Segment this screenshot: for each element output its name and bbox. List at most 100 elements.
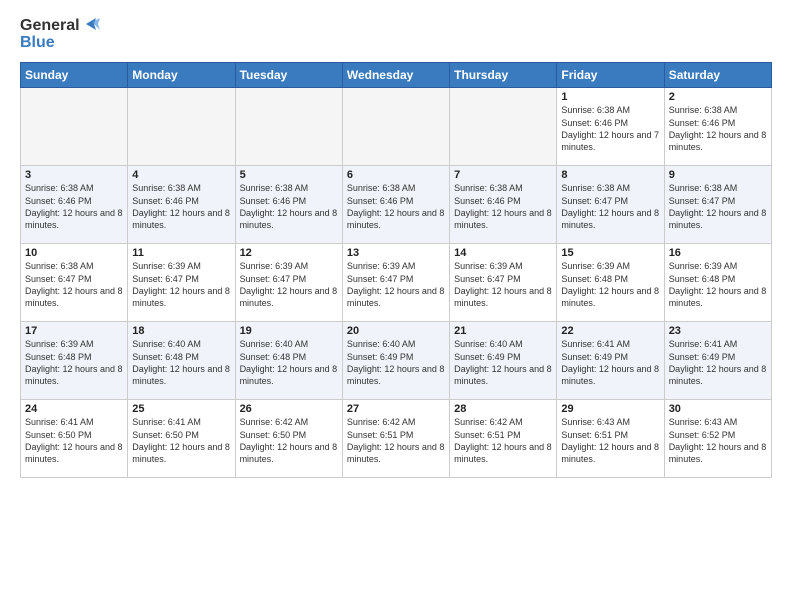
day-info: Sunrise: 6:39 AM Sunset: 6:47 PM Dayligh…	[454, 260, 552, 309]
calendar-cell: 1Sunrise: 6:38 AM Sunset: 6:46 PM Daylig…	[557, 88, 664, 166]
calendar-cell	[21, 88, 128, 166]
day-number: 24	[25, 403, 123, 415]
calendar-header-friday: Friday	[557, 63, 664, 88]
day-info: Sunrise: 6:43 AM Sunset: 6:52 PM Dayligh…	[669, 416, 767, 465]
calendar-cell: 17Sunrise: 6:39 AM Sunset: 6:48 PM Dayli…	[21, 322, 128, 400]
day-info: Sunrise: 6:39 AM Sunset: 6:48 PM Dayligh…	[669, 260, 767, 309]
calendar-cell: 30Sunrise: 6:43 AM Sunset: 6:52 PM Dayli…	[664, 400, 771, 478]
calendar-header-row: SundayMondayTuesdayWednesdayThursdayFrid…	[21, 63, 772, 88]
calendar-week-row: 3Sunrise: 6:38 AM Sunset: 6:46 PM Daylig…	[21, 166, 772, 244]
calendar-cell: 29Sunrise: 6:43 AM Sunset: 6:51 PM Dayli…	[557, 400, 664, 478]
day-number: 12	[240, 247, 338, 259]
day-number: 20	[347, 325, 445, 337]
day-number: 1	[561, 91, 659, 103]
calendar-cell: 19Sunrise: 6:40 AM Sunset: 6:48 PM Dayli…	[235, 322, 342, 400]
day-info: Sunrise: 6:38 AM Sunset: 6:46 PM Dayligh…	[454, 182, 552, 231]
logo-bird-icon	[82, 14, 102, 34]
day-info: Sunrise: 6:38 AM Sunset: 6:47 PM Dayligh…	[25, 260, 123, 309]
calendar-cell: 10Sunrise: 6:38 AM Sunset: 6:47 PM Dayli…	[21, 244, 128, 322]
logo-text-block: General Blue	[20, 16, 102, 52]
page: General Blue SundayMondayTuesdayWednesda…	[0, 0, 792, 612]
day-number: 26	[240, 403, 338, 415]
day-info: Sunrise: 6:39 AM Sunset: 6:48 PM Dayligh…	[561, 260, 659, 309]
calendar-header-wednesday: Wednesday	[342, 63, 449, 88]
calendar-cell: 14Sunrise: 6:39 AM Sunset: 6:47 PM Dayli…	[450, 244, 557, 322]
day-info: Sunrise: 6:39 AM Sunset: 6:47 PM Dayligh…	[132, 260, 230, 309]
day-number: 16	[669, 247, 767, 259]
logo: General Blue	[20, 16, 102, 52]
calendar-header-saturday: Saturday	[664, 63, 771, 88]
calendar-cell: 7Sunrise: 6:38 AM Sunset: 6:46 PM Daylig…	[450, 166, 557, 244]
day-number: 30	[669, 403, 767, 415]
calendar-cell: 28Sunrise: 6:42 AM Sunset: 6:51 PM Dayli…	[450, 400, 557, 478]
day-number: 7	[454, 169, 552, 181]
day-info: Sunrise: 6:38 AM Sunset: 6:46 PM Dayligh…	[347, 182, 445, 231]
day-number: 29	[561, 403, 659, 415]
calendar-cell: 12Sunrise: 6:39 AM Sunset: 6:47 PM Dayli…	[235, 244, 342, 322]
day-info: Sunrise: 6:43 AM Sunset: 6:51 PM Dayligh…	[561, 416, 659, 465]
day-number: 23	[669, 325, 767, 337]
day-info: Sunrise: 6:41 AM Sunset: 6:50 PM Dayligh…	[132, 416, 230, 465]
calendar-cell: 16Sunrise: 6:39 AM Sunset: 6:48 PM Dayli…	[664, 244, 771, 322]
calendar-cell: 2Sunrise: 6:38 AM Sunset: 6:46 PM Daylig…	[664, 88, 771, 166]
calendar-cell: 3Sunrise: 6:38 AM Sunset: 6:46 PM Daylig…	[21, 166, 128, 244]
day-info: Sunrise: 6:41 AM Sunset: 6:49 PM Dayligh…	[669, 338, 767, 387]
day-info: Sunrise: 6:38 AM Sunset: 6:46 PM Dayligh…	[561, 104, 659, 153]
day-number: 4	[132, 169, 230, 181]
calendar-cell: 21Sunrise: 6:40 AM Sunset: 6:49 PM Dayli…	[450, 322, 557, 400]
calendar-cell: 23Sunrise: 6:41 AM Sunset: 6:49 PM Dayli…	[664, 322, 771, 400]
calendar-week-row: 1Sunrise: 6:38 AM Sunset: 6:46 PM Daylig…	[21, 88, 772, 166]
calendar-header-thursday: Thursday	[450, 63, 557, 88]
day-info: Sunrise: 6:39 AM Sunset: 6:48 PM Dayligh…	[25, 338, 123, 387]
calendar-cell: 5Sunrise: 6:38 AM Sunset: 6:46 PM Daylig…	[235, 166, 342, 244]
day-number: 22	[561, 325, 659, 337]
day-info: Sunrise: 6:38 AM Sunset: 6:46 PM Dayligh…	[240, 182, 338, 231]
day-info: Sunrise: 6:40 AM Sunset: 6:48 PM Dayligh…	[240, 338, 338, 387]
day-info: Sunrise: 6:40 AM Sunset: 6:49 PM Dayligh…	[347, 338, 445, 387]
calendar-cell: 13Sunrise: 6:39 AM Sunset: 6:47 PM Dayli…	[342, 244, 449, 322]
day-number: 8	[561, 169, 659, 181]
calendar-cell	[450, 88, 557, 166]
day-info: Sunrise: 6:40 AM Sunset: 6:48 PM Dayligh…	[132, 338, 230, 387]
day-info: Sunrise: 6:42 AM Sunset: 6:51 PM Dayligh…	[454, 416, 552, 465]
day-number: 3	[25, 169, 123, 181]
calendar-week-row: 24Sunrise: 6:41 AM Sunset: 6:50 PM Dayli…	[21, 400, 772, 478]
calendar-cell: 24Sunrise: 6:41 AM Sunset: 6:50 PM Dayli…	[21, 400, 128, 478]
calendar-cell: 6Sunrise: 6:38 AM Sunset: 6:46 PM Daylig…	[342, 166, 449, 244]
logo-container: General Blue	[20, 16, 102, 52]
day-number: 10	[25, 247, 123, 259]
day-info: Sunrise: 6:38 AM Sunset: 6:47 PM Dayligh…	[669, 182, 767, 231]
day-number: 18	[132, 325, 230, 337]
calendar-week-row: 10Sunrise: 6:38 AM Sunset: 6:47 PM Dayli…	[21, 244, 772, 322]
day-number: 21	[454, 325, 552, 337]
calendar-header-sunday: Sunday	[21, 63, 128, 88]
day-number: 19	[240, 325, 338, 337]
day-number: 14	[454, 247, 552, 259]
calendar-table: SundayMondayTuesdayWednesdayThursdayFrid…	[20, 62, 772, 478]
calendar-cell	[342, 88, 449, 166]
day-number: 2	[669, 91, 767, 103]
calendar-cell: 4Sunrise: 6:38 AM Sunset: 6:46 PM Daylig…	[128, 166, 235, 244]
day-number: 27	[347, 403, 445, 415]
calendar-week-row: 17Sunrise: 6:39 AM Sunset: 6:48 PM Dayli…	[21, 322, 772, 400]
day-info: Sunrise: 6:38 AM Sunset: 6:46 PM Dayligh…	[669, 104, 767, 153]
calendar-cell: 11Sunrise: 6:39 AM Sunset: 6:47 PM Dayli…	[128, 244, 235, 322]
day-number: 15	[561, 247, 659, 259]
day-info: Sunrise: 6:39 AM Sunset: 6:47 PM Dayligh…	[240, 260, 338, 309]
day-number: 6	[347, 169, 445, 181]
day-number: 11	[132, 247, 230, 259]
calendar-cell: 15Sunrise: 6:39 AM Sunset: 6:48 PM Dayli…	[557, 244, 664, 322]
day-info: Sunrise: 6:38 AM Sunset: 6:47 PM Dayligh…	[561, 182, 659, 231]
day-number: 17	[25, 325, 123, 337]
calendar-cell: 9Sunrise: 6:38 AM Sunset: 6:47 PM Daylig…	[664, 166, 771, 244]
calendar-cell: 27Sunrise: 6:42 AM Sunset: 6:51 PM Dayli…	[342, 400, 449, 478]
day-info: Sunrise: 6:40 AM Sunset: 6:49 PM Dayligh…	[454, 338, 552, 387]
day-number: 28	[454, 403, 552, 415]
header: General Blue	[20, 16, 772, 52]
day-info: Sunrise: 6:38 AM Sunset: 6:46 PM Dayligh…	[25, 182, 123, 231]
calendar-cell	[128, 88, 235, 166]
day-number: 5	[240, 169, 338, 181]
calendar-cell: 18Sunrise: 6:40 AM Sunset: 6:48 PM Dayli…	[128, 322, 235, 400]
day-info: Sunrise: 6:42 AM Sunset: 6:50 PM Dayligh…	[240, 416, 338, 465]
day-info: Sunrise: 6:41 AM Sunset: 6:50 PM Dayligh…	[25, 416, 123, 465]
